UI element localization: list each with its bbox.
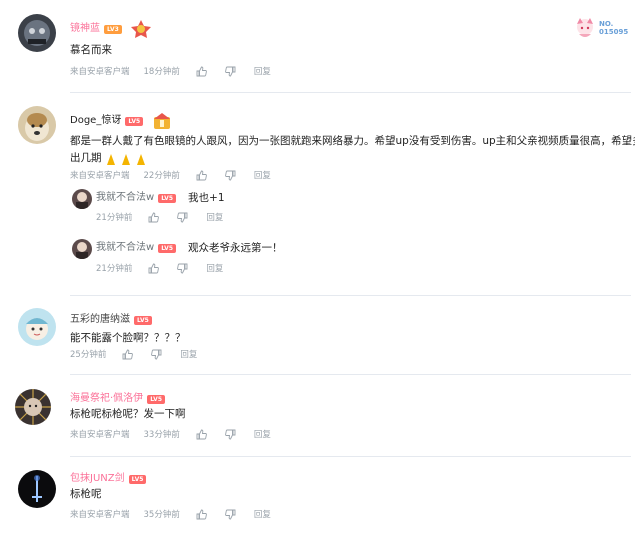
dislike-icon[interactable]: [224, 509, 236, 520]
level-badge: LV5: [134, 315, 152, 325]
avatar[interactable]: [18, 470, 56, 508]
badge-label: NO.: [599, 20, 614, 28]
dislike-icon[interactable]: [224, 66, 236, 77]
reply-avatar[interactable]: [72, 239, 92, 259]
avatar[interactable]: [10, 384, 56, 430]
level-badge: LV5: [147, 394, 166, 404]
username[interactable]: 镜神蓝: [70, 22, 100, 36]
character-icon: [574, 16, 596, 40]
reply-button[interactable]: 回复: [254, 169, 271, 181]
like-icon[interactable]: [122, 349, 134, 360]
dislike-icon[interactable]: [177, 263, 188, 274]
username[interactable]: 五彩的唐纳滋: [70, 313, 130, 327]
reply-username[interactable]: 我就不合法w: [96, 191, 154, 205]
timestamp: 21分钟前: [96, 213, 133, 223]
comment-text-continued: 出几期: [70, 150, 151, 167]
source-label: 来自安卓客户端: [70, 510, 130, 520]
reply-button[interactable]: 回复: [180, 348, 197, 360]
divider: [70, 92, 631, 93]
reply-button[interactable]: 回复: [206, 262, 223, 274]
avatar[interactable]: [18, 308, 56, 346]
level-badge: LV5: [125, 116, 144, 126]
level-badge: LV3: [104, 24, 122, 34]
like-icon[interactable]: [196, 509, 207, 520]
divider: [70, 295, 631, 296]
like-icon[interactable]: [196, 170, 207, 181]
like-icon[interactable]: [148, 263, 160, 274]
reply-username[interactable]: 我就不合法w: [96, 241, 154, 255]
comment-text: 标枪呢: [70, 488, 102, 500]
divider: [70, 456, 631, 457]
source-label: 来自安卓客户端: [70, 171, 130, 181]
comment-text: 能不能露个脸啊？？？？: [70, 332, 186, 344]
level-badge: LV5: [158, 243, 177, 253]
timestamp: 22分钟前: [143, 171, 180, 181]
medal-icon: [151, 111, 173, 131]
source-label: 来自安卓客户端: [70, 67, 130, 77]
timestamp: 18分钟前: [143, 67, 180, 77]
pray-emoji-icon: [103, 152, 151, 166]
reply-avatar[interactable]: [72, 189, 92, 209]
dislike-icon[interactable]: [151, 349, 162, 360]
timestamp: 33分钟前: [143, 430, 180, 440]
reply-button[interactable]: 回复: [254, 508, 271, 520]
like-icon[interactable]: [148, 212, 160, 223]
divider: [70, 374, 631, 375]
username[interactable]: Doge_惊讶: [70, 114, 121, 128]
username[interactable]: 海曼祭祀·佩洛伊: [70, 392, 143, 406]
dislike-icon[interactable]: [177, 212, 188, 223]
dislike-icon[interactable]: [224, 170, 236, 181]
timestamp: 35分钟前: [143, 510, 180, 520]
source-label: 来自安卓客户端: [70, 430, 130, 440]
like-icon[interactable]: [196, 429, 207, 440]
reply-text: 我也+1: [188, 191, 225, 204]
timestamp: 25分钟前: [70, 350, 107, 360]
comment-text-line2: 出几期: [70, 152, 102, 164]
username[interactable]: 包抹JUNZ剑: [70, 472, 125, 486]
comment-text: 标枪呢标枪呢？发一下啊: [70, 408, 186, 420]
comment-text: 都是一群人戴了有色眼镜的人跟风，因为一张图就跑来网络暴力。希望up没有受到伤害。…: [70, 135, 635, 147]
like-icon[interactable]: [196, 66, 207, 77]
reply-button[interactable]: 回复: [254, 428, 271, 440]
fan-badge: NO. 015095: [574, 16, 628, 40]
reply-button[interactable]: 回复: [254, 65, 271, 77]
avatar[interactable]: [18, 14, 56, 52]
level-badge: LV5: [158, 193, 177, 203]
avatar[interactable]: [18, 106, 56, 144]
reply-text: 观众老爷永远第一！: [188, 241, 283, 254]
comment-text: 慕名而来: [70, 44, 112, 56]
level-badge: LV5: [128, 474, 147, 484]
reply-button[interactable]: 回复: [206, 211, 223, 223]
medal-icon: [130, 19, 152, 39]
badge-number: 015095: [599, 28, 629, 36]
timestamp: 21分钟前: [96, 264, 133, 274]
dislike-icon[interactable]: [224, 429, 236, 440]
